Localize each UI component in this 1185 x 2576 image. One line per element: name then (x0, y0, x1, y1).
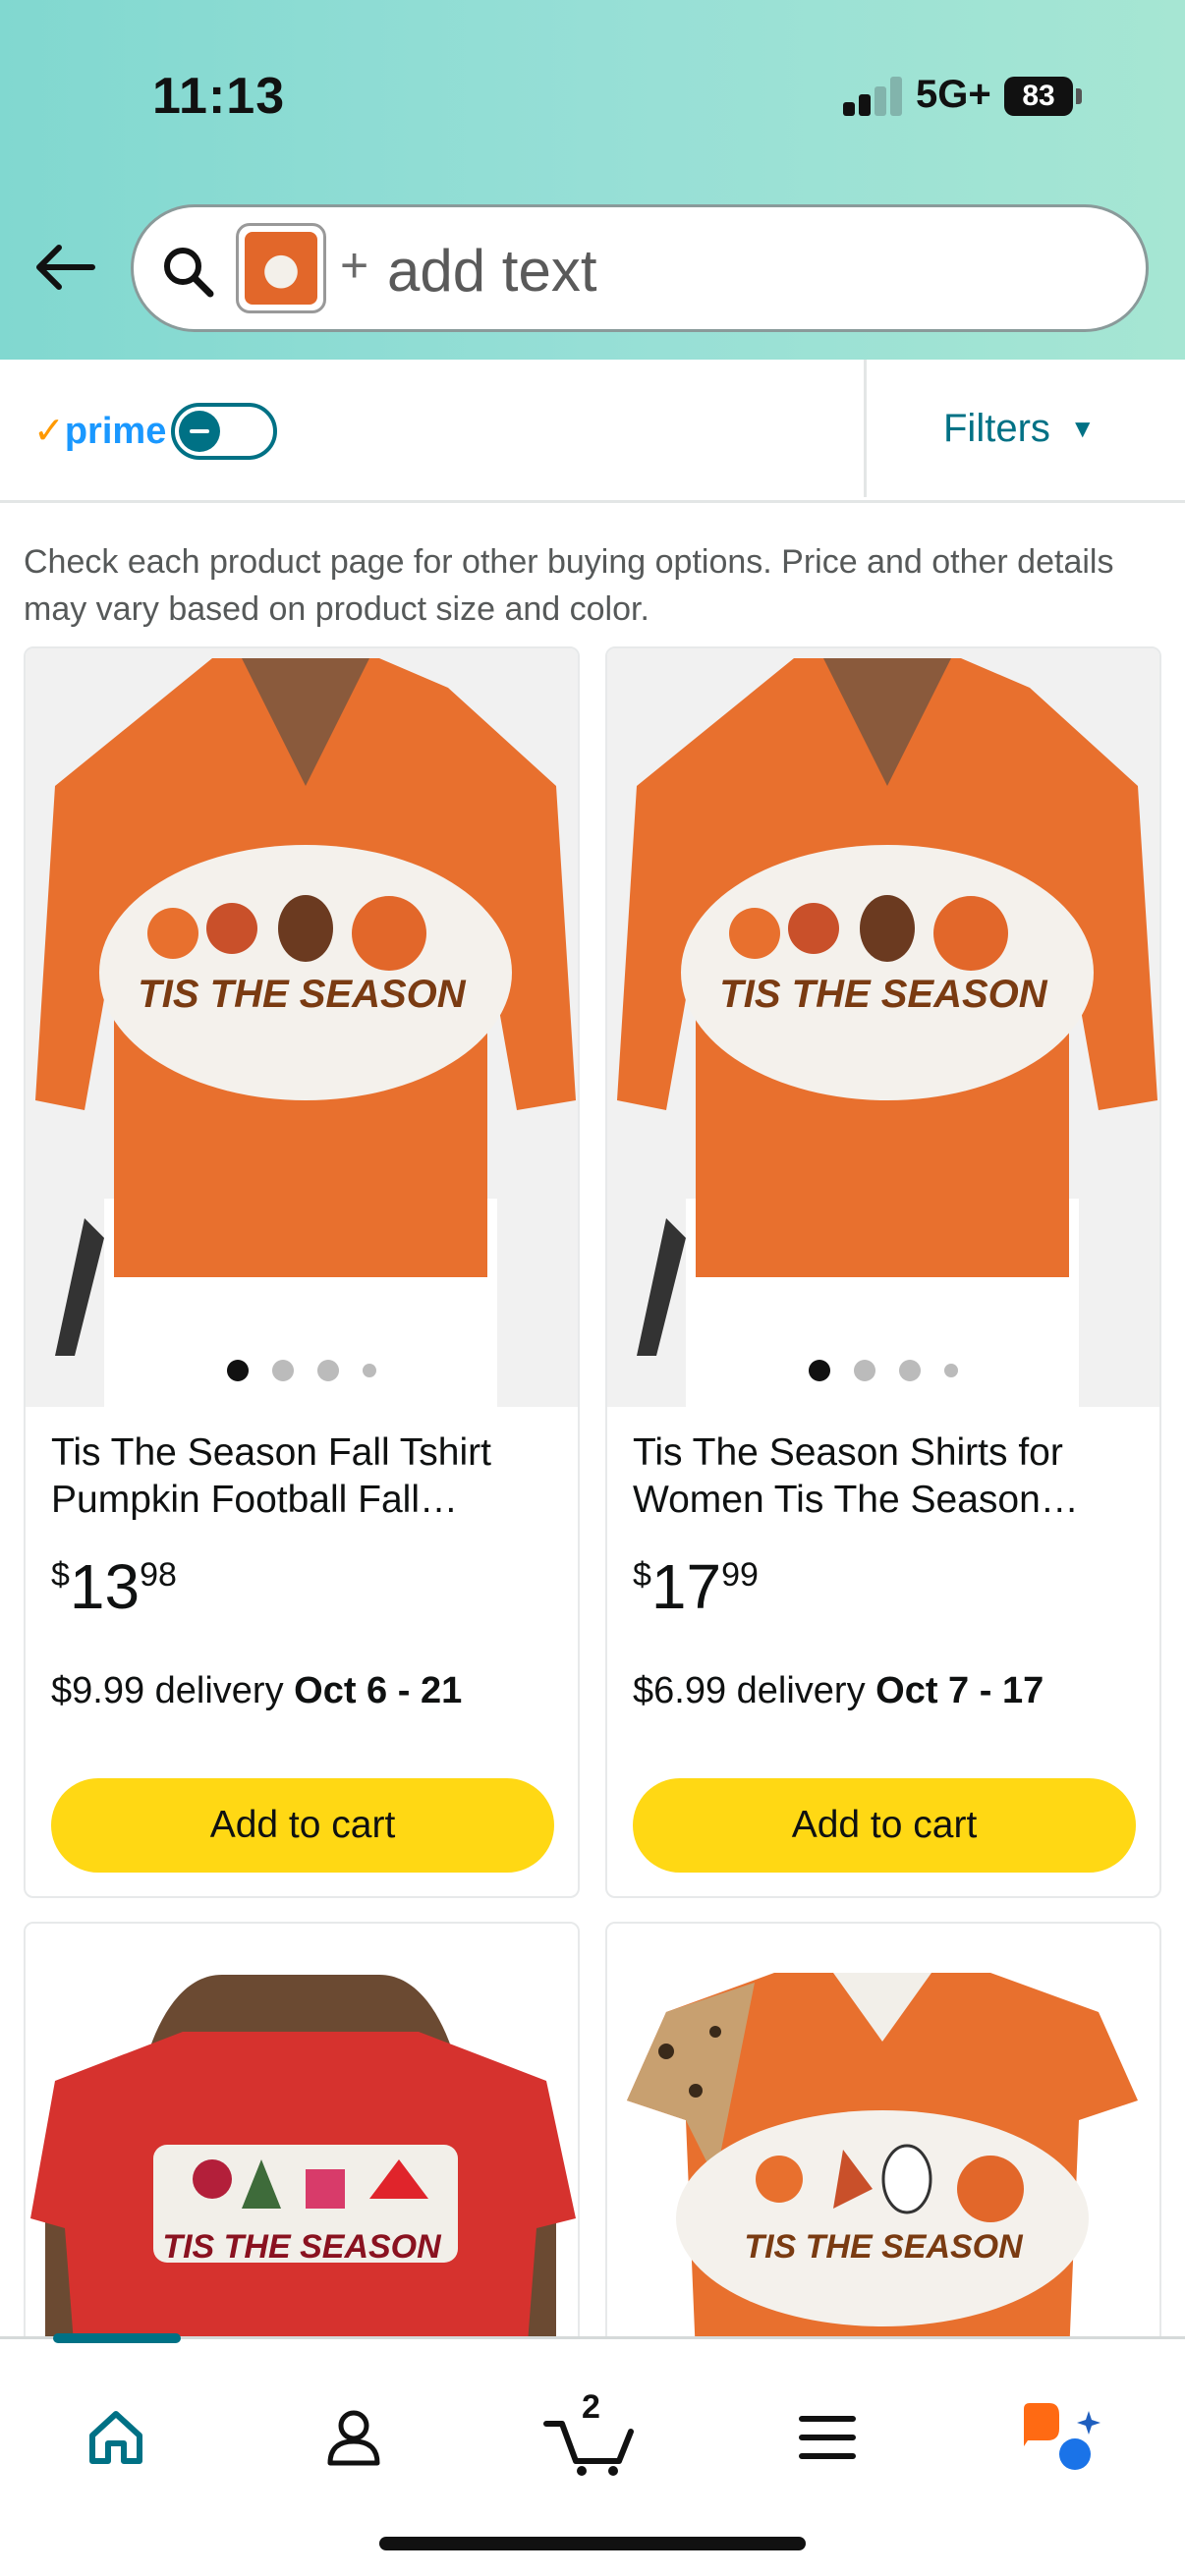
carousel-dot (854, 1360, 875, 1381)
product-image[interactable]: TIS THE SEASON (607, 648, 1159, 1407)
arrow-left-icon (36, 245, 95, 290)
product-price: $1398 (51, 1550, 177, 1623)
signal-icon (843, 77, 904, 116)
product-price: $1799 (633, 1550, 759, 1623)
product-image[interactable]: TIS THE SEASON (607, 1924, 1159, 2352)
cart-count-badge: 2 (582, 2388, 600, 2426)
image-carousel-dots[interactable] (26, 1360, 578, 1381)
product-card[interactable]: TIS THE SEASON Tis The Season Fall Tshir… (24, 646, 580, 1898)
add-to-cart-button[interactable]: Add to cart (633, 1778, 1136, 1873)
delivery-dates: Oct 6 - 21 (294, 1670, 463, 1711)
carousel-dot (227, 1360, 249, 1381)
search-image-thumbnail[interactable] (236, 223, 326, 313)
add-to-cart-button[interactable]: Add to cart (51, 1778, 554, 1873)
orange-tshirt-image (607, 648, 1159, 1407)
price-fraction: 98 (140, 1556, 177, 1594)
carousel-dot (809, 1360, 830, 1381)
delivery-fee: $9.99 delivery (51, 1670, 284, 1711)
product-image[interactable]: TIS THE SEASON (26, 1924, 578, 2352)
product-card[interactable]: TIS THE SEASON (605, 1922, 1161, 2354)
image-text: TIS THE SEASON (744, 2228, 1023, 2266)
red-tshirt-image (26, 1924, 578, 2352)
carousel-dot (363, 1364, 376, 1377)
battery-icon: 83 (1004, 77, 1073, 116)
filters-button[interactable]: Filters ▼ (943, 407, 1096, 451)
price-fraction: 99 (721, 1556, 759, 1594)
prime-logo: ✓prime (33, 409, 166, 453)
image-text: TIS THE SEASON (138, 973, 466, 1016)
search-icon (164, 248, 214, 298)
nav-home[interactable] (57, 2379, 175, 2496)
carousel-dot (272, 1360, 294, 1381)
orange-tshirt-image (26, 648, 578, 1407)
image-text: TIS THE SEASON (719, 973, 1047, 1016)
status-time: 11:13 (152, 68, 286, 125)
delivery-info: $6.99 delivery Oct 7 - 17 (633, 1670, 1044, 1712)
delivery-fee: $6.99 delivery (633, 1670, 866, 1711)
person-icon (327, 2410, 380, 2466)
active-tab-indicator (53, 2333, 181, 2343)
menu-icon (799, 2416, 856, 2459)
product-image[interactable]: TIS THE SEASON (26, 648, 578, 1407)
nav-rufus[interactable] (1002, 2379, 1120, 2496)
home-icon (89, 2411, 142, 2464)
image-thumbnail-icon (245, 232, 317, 305)
header: 11:13 5G+ 83 + add text (0, 0, 1185, 360)
nav-account[interactable] (295, 2379, 413, 2496)
delivery-dates: Oct 7 - 17 (875, 1670, 1044, 1711)
prime-toggle[interactable] (171, 403, 277, 460)
plus-icon: + (340, 238, 369, 293)
back-button[interactable] (29, 232, 100, 303)
orange-leopard-tshirt-image (607, 1924, 1159, 2352)
delivery-info: $9.99 delivery Oct 6 - 21 (51, 1670, 462, 1712)
price-symbol: $ (51, 1556, 70, 1594)
carousel-dot (899, 1360, 921, 1381)
filters-label: Filters (943, 407, 1050, 450)
product-card[interactable]: TIS THE SEASON (24, 1922, 580, 2354)
carousel-dot (317, 1360, 339, 1381)
network-label: 5G+ (916, 73, 991, 116)
product-title[interactable]: Tis The Season Fall Tshirt Pumpkin Footb… (51, 1429, 562, 1524)
add-text-placeholder[interactable]: add text (387, 237, 597, 305)
product-title[interactable]: Tis The Season Shirts for Women Tis The … (633, 1429, 1144, 1524)
search-input[interactable]: + add text (131, 204, 1149, 332)
image-carousel-dots[interactable] (607, 1360, 1159, 1381)
price-whole: 13 (69, 1551, 141, 1622)
divider (864, 360, 867, 497)
price-symbol: $ (633, 1556, 651, 1594)
product-card[interactable]: TIS THE SEASON Tis The Season Shirts for… (605, 646, 1161, 1898)
home-indicator (379, 2537, 806, 2550)
carousel-dot (944, 1364, 958, 1377)
battery-tip (1076, 88, 1082, 104)
rufus-assistant-icon (1024, 2403, 1100, 2470)
image-text: TIS THE SEASON (162, 2228, 441, 2266)
nav-cart[interactable]: 2 (531, 2379, 649, 2496)
toggle-knob (179, 411, 220, 452)
nav-menu[interactable] (768, 2379, 886, 2496)
chevron-down-icon: ▼ (1069, 414, 1096, 443)
price-whole: 17 (650, 1551, 722, 1622)
prime-check-icon: ✓ (33, 411, 65, 452)
buying-options-notice: Check each product page for other buying… (24, 543, 1114, 628)
filter-bar: ✓prime Filters ▼ (0, 360, 1185, 503)
prime-label: prime (64, 411, 167, 452)
